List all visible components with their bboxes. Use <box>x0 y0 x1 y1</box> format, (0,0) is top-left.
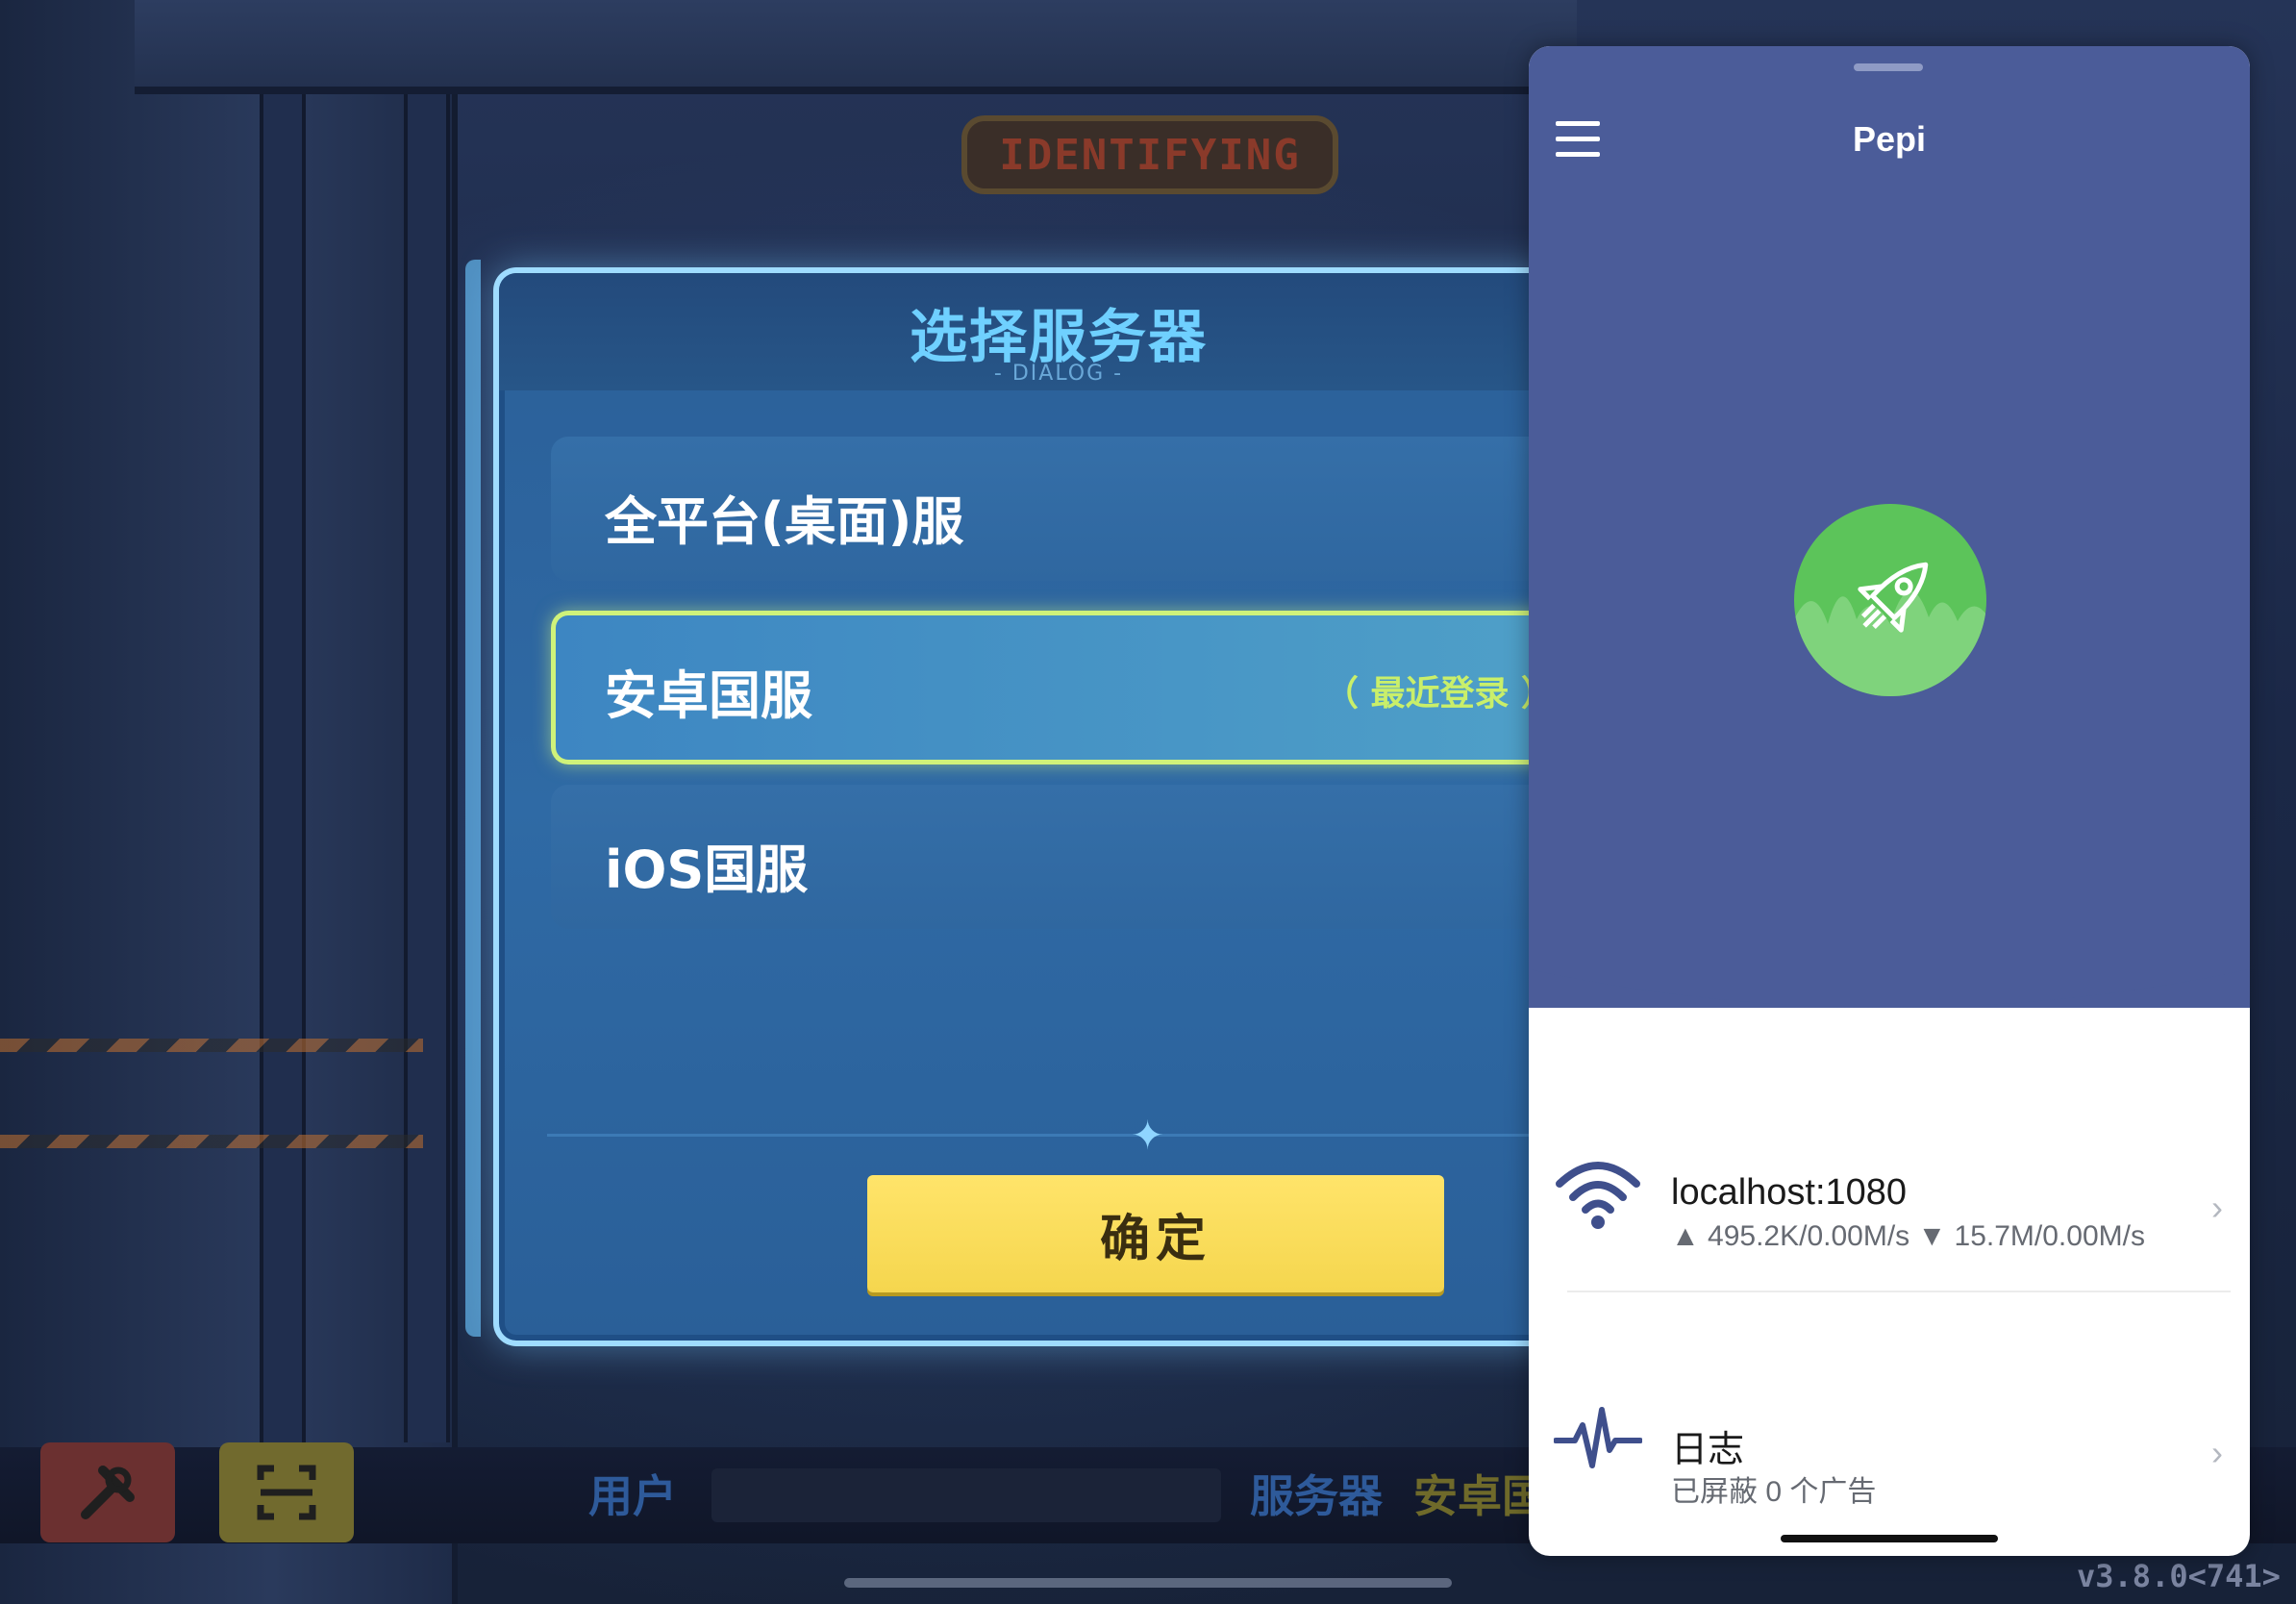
log-row[interactable]: 日志 已屏蔽 0 个广告 › <box>1529 1373 2250 1537</box>
server-option-desktop[interactable]: 全平台(桌面)服 <box>551 437 1557 581</box>
user-label: 用户 <box>588 1470 677 1522</box>
log-title: 日志 <box>1671 1430 1745 1470</box>
server-label: 服务器 <box>1250 1470 1383 1522</box>
background-pillar <box>260 0 306 1442</box>
header-curve <box>1529 969 2250 1008</box>
server-value: 安卓国 <box>1413 1470 1546 1522</box>
version-label: v3.8.0<741> <box>2077 1558 2281 1594</box>
proxy-server-row[interactable]: localhost:1080 ▲ 495.2K/0.00M/s ▼ 15.7M/… <box>1529 1128 2250 1291</box>
wrench-icon <box>81 1466 135 1519</box>
connect-button[interactable] <box>1794 504 1986 696</box>
chevron-right-icon: › <box>2211 1188 2223 1227</box>
app-title: Pepi <box>1852 119 1927 159</box>
confirm-button[interactable]: 确定 <box>867 1175 1444 1292</box>
row-divider <box>1567 1291 2231 1292</box>
panel-grabber[interactable] <box>1854 63 1923 71</box>
chevron-right-icon: › <box>2211 1433 2223 1472</box>
background-wall-left <box>0 0 458 1604</box>
server-option-label: iOS国服 <box>605 840 809 900</box>
background-pillar <box>404 0 450 1442</box>
server-option-label: 全平台(桌面)服 <box>605 491 964 552</box>
scan-button[interactable] <box>219 1442 354 1542</box>
dialog-divider <box>547 1134 1557 1137</box>
tools-button[interactable] <box>40 1442 175 1542</box>
recent-login-tag: （ 最近登录 ） <box>1323 674 1556 714</box>
pepi-app-panel: Pepi localhost:1080 ▲ 495.2K/0.00M/s ▼ 1… <box>1529 46 2250 1556</box>
server-option-android[interactable]: 安卓国服 （ 最近登录 ） <box>551 611 1557 764</box>
ads-blocked-count: 已屏蔽 0 个广告 <box>1671 1476 1877 1508</box>
scan-icon <box>257 1465 316 1520</box>
dialog-subtitle: - DIALOG - <box>993 362 1124 386</box>
activity-icon <box>1554 1407 1642 1468</box>
home-indicator <box>844 1578 1452 1588</box>
dialog-glow <box>465 260 481 1337</box>
proxy-address: localhost:1080 <box>1671 1172 1908 1213</box>
user-field[interactable] <box>711 1468 1221 1522</box>
sparkle-icon: ✦ <box>1131 1112 1165 1159</box>
hazard-stripe <box>0 1039 423 1052</box>
hazard-stripe <box>0 1135 423 1148</box>
traffic-stats: ▲ 495.2K/0.00M/s ▼ 15.7M/0.00M/s <box>1671 1220 2145 1252</box>
rocket-icon <box>1794 562 1986 696</box>
server-select-dialog: 选择服务器 - DIALOG - 全平台(桌面)服 安卓国服 （ 最近登录 ） … <box>493 267 1557 1346</box>
identifying-sign: IDENTIFYING <box>961 115 1338 194</box>
background-arch <box>135 0 1577 94</box>
home-indicator <box>1781 1535 1998 1542</box>
wifi-icon <box>1556 1162 1640 1229</box>
server-option-label: 安卓国服 <box>605 665 812 726</box>
server-option-ios[interactable]: iOS国服 <box>551 785 1557 929</box>
